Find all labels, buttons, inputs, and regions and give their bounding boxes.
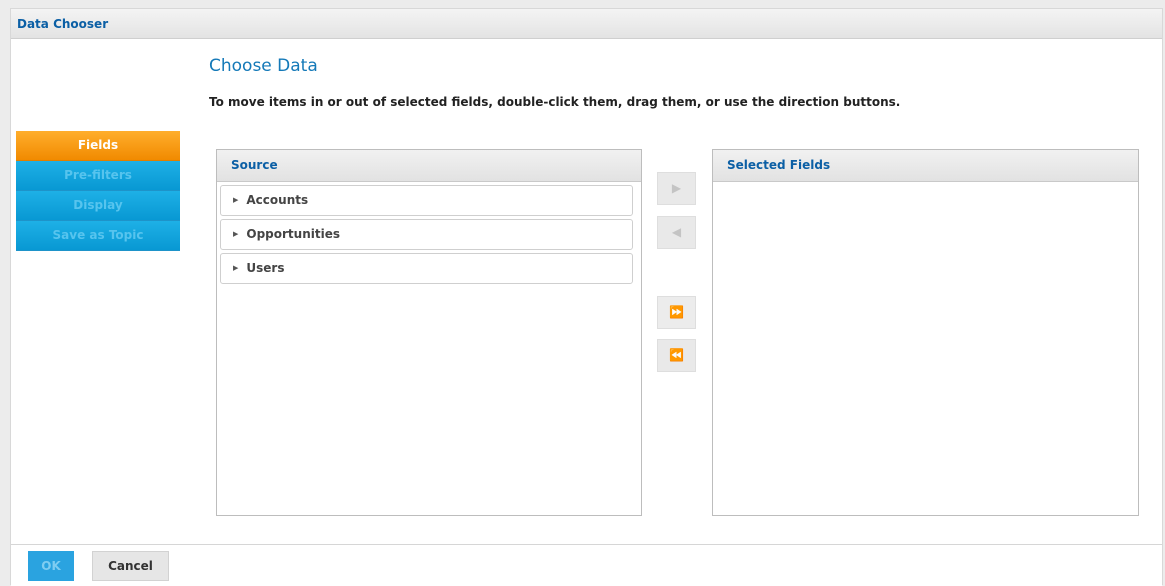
dialog-title: Data Chooser (17, 17, 109, 31)
source-item-accounts[interactable]: ▶ Accounts (220, 185, 633, 216)
add-all-button[interactable]: ⏩ (657, 296, 696, 329)
arrow-left-icon: ◀ (671, 225, 682, 239)
remove-selected-button[interactable]: ◀ (657, 216, 696, 249)
selected-fields-header: Selected Fields (713, 150, 1138, 182)
selected-fields-panel[interactable]: Selected Fields (712, 149, 1139, 516)
step-nav: Fields Pre-filters Display Save as Topic (16, 131, 180, 251)
nav-item-pre-filters[interactable]: Pre-filters (16, 161, 180, 191)
source-item-opportunities[interactable]: ▶ Opportunities (220, 219, 633, 250)
source-item-label: Opportunities (246, 227, 340, 241)
instructions-text: To move items in or out of selected fiel… (209, 95, 901, 109)
double-arrow-left-icon: ⏪ (669, 348, 684, 362)
source-panel: Source ▶ Accounts ▶ Opportunities ▶ Users (216, 149, 642, 516)
nav-item-save-as-topic[interactable]: Save as Topic (16, 221, 180, 251)
expand-triangle-icon[interactable]: ▶ (233, 230, 238, 238)
nav-item-fields[interactable]: Fields (16, 131, 180, 161)
expand-triangle-icon[interactable]: ▶ (233, 264, 238, 272)
dialog-titlebar: Data Chooser (11, 9, 1162, 39)
expand-triangle-icon[interactable]: ▶ (233, 196, 238, 204)
cancel-button[interactable]: Cancel (92, 551, 169, 581)
page-heading: Choose Data (209, 56, 318, 76)
source-panel-header: Source (217, 150, 641, 182)
source-item-label: Accounts (246, 193, 309, 207)
remove-all-button[interactable]: ⏪ (657, 339, 696, 372)
dialog-footer: OK Cancel (11, 544, 1162, 586)
source-item-users[interactable]: ▶ Users (220, 253, 633, 284)
data-chooser-dialog: Data Chooser Choose Data To move items i… (10, 8, 1163, 586)
add-selected-button[interactable]: ▶ (657, 172, 696, 205)
source-item-label: Users (246, 261, 285, 275)
double-arrow-right-icon: ⏩ (669, 305, 684, 319)
nav-item-display[interactable]: Display (16, 191, 180, 221)
ok-button[interactable]: OK (28, 551, 74, 581)
arrow-right-icon: ▶ (671, 181, 682, 195)
